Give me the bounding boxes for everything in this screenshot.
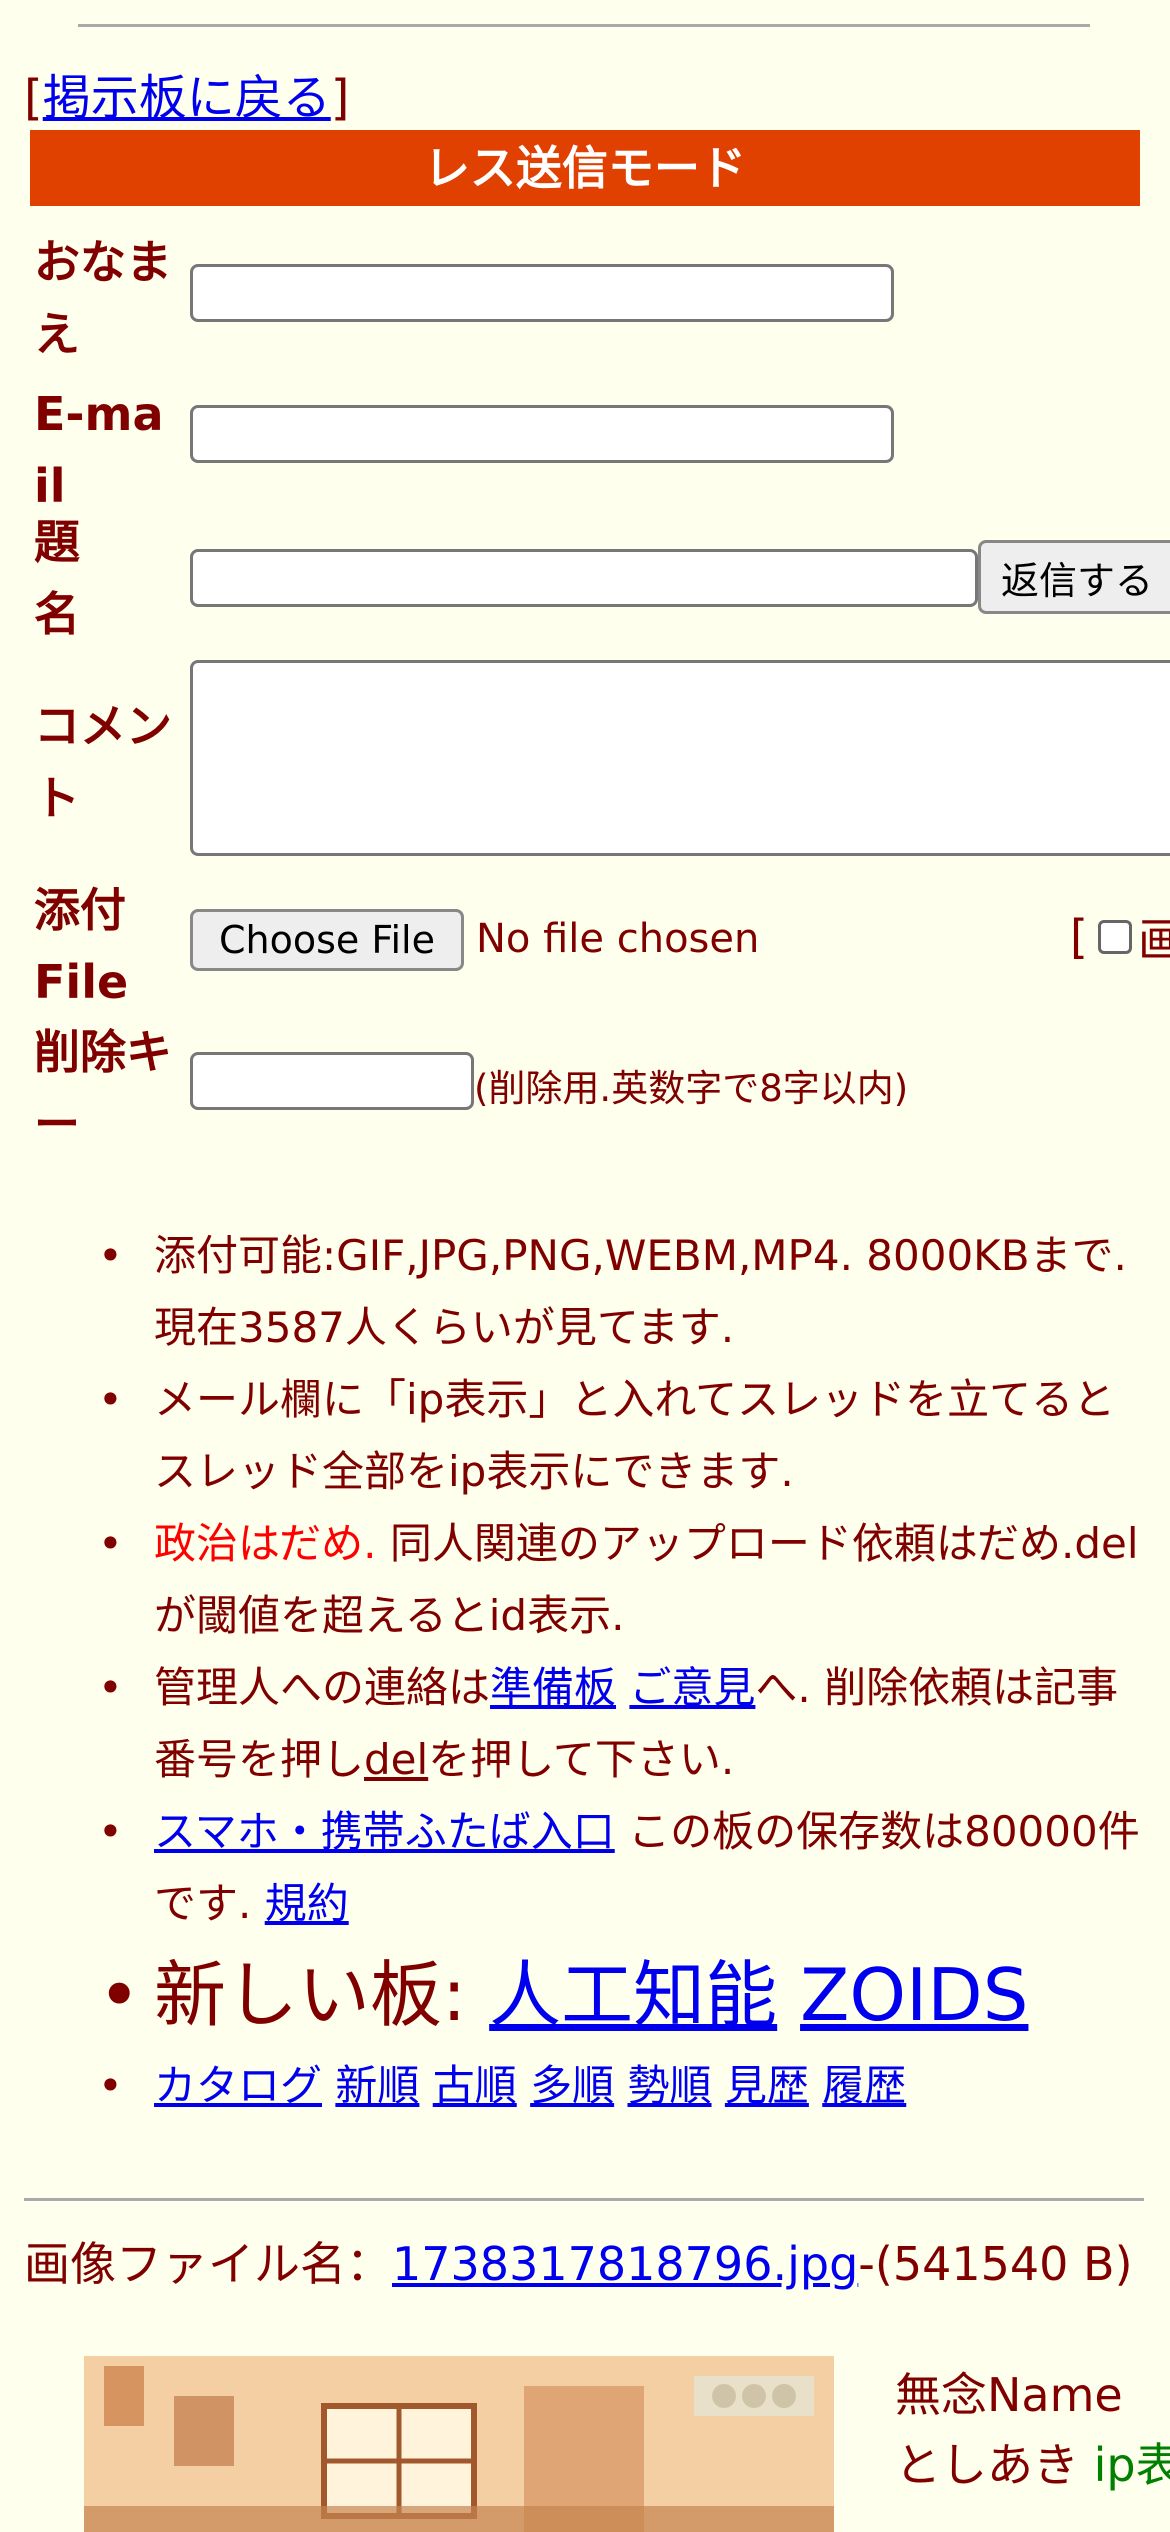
- choose-file-button[interactable]: Choose File: [190, 909, 464, 971]
- delete-key-input[interactable]: [190, 1052, 474, 1110]
- mobile-entrance-link[interactable]: スマホ・携帯ふたば入口: [154, 1807, 615, 1856]
- note-rules: 政治はだめ. 同人関連のアップロード依頼はだめ.delが閾値を超えるとid表示.: [90, 1508, 1150, 1652]
- image-option: [ 画: [1070, 904, 1170, 970]
- thumbnail-illustration: [84, 2356, 834, 2532]
- post-divider: [24, 2198, 1144, 2201]
- sort-old-link[interactable]: 古順: [433, 2061, 517, 2110]
- sort-new-link[interactable]: 新順: [335, 2061, 419, 2110]
- notes-list: 添付可能:GIF,JPG,PNG,WEBM,MP4. 8000KBまで. 現在3…: [90, 1220, 1150, 2122]
- image-file-link[interactable]: 1738317818796.jpg: [392, 2237, 858, 2291]
- image-option-checkbox[interactable]: [1097, 920, 1132, 954]
- submit-reply-button[interactable]: 返信する: [978, 540, 1170, 614]
- opinion-link[interactable]: ご意見: [629, 1663, 755, 1712]
- email-input[interactable]: [190, 405, 894, 463]
- note-mobile: スマホ・携帯ふたば入口 この板の保存数は80000件です. 規約: [90, 1796, 1150, 1940]
- note-contact-text: 管理人への連絡は: [154, 1663, 491, 1712]
- top-divider: [78, 24, 1090, 27]
- email-label: E-mail: [34, 387, 164, 513]
- post-header: 無念Name としあき ip表示: [895, 2360, 1170, 2500]
- note-politics: 政治はだめ.: [154, 1519, 377, 1568]
- ip-label: ip表示: [1093, 2438, 1170, 2492]
- note-sort-links: カタログ 新順 古順 多順 勢順 見歴 履歴: [90, 2050, 1150, 2122]
- viewed-history-link[interactable]: 見歴: [725, 2061, 809, 2110]
- note-new-boards: 新しい板: 人工知能 ZOIDS: [90, 1940, 1150, 2050]
- subject-label: 題名: [34, 515, 80, 641]
- file-size: -(541540 B): [858, 2237, 1133, 2291]
- ai-board-link[interactable]: 人工知能: [489, 1953, 777, 2037]
- comment-label: コメント: [34, 699, 172, 825]
- delete-key-label: 削除キー: [34, 1025, 172, 1151]
- image-option-label: 画: [1137, 913, 1170, 967]
- image-option-bracket: [: [1070, 910, 1088, 964]
- back-to-board-link[interactable]: 掲示板に戻る: [43, 70, 331, 126]
- post-name: 無念Name: [895, 2368, 1123, 2422]
- post-thumbnail-image[interactable]: [84, 2356, 834, 2532]
- name-label: おなまえ: [34, 235, 172, 361]
- comment-textarea[interactable]: [190, 660, 1170, 856]
- prep-board-link[interactable]: 準備板: [490, 1663, 616, 1712]
- del-word: del: [364, 1735, 429, 1784]
- note-attach: 添付可能:GIF,JPG,PNG,WEBM,MP4. 8000KBまで. 現在3…: [90, 1220, 1150, 1364]
- note-contact-end: を押して下さい.: [428, 1735, 735, 1784]
- new-boards-label: 新しい板:: [154, 1953, 490, 2037]
- poster-name: としあき: [895, 2438, 1079, 2492]
- zoids-board-link[interactable]: ZOIDS: [800, 1953, 1028, 2037]
- catalog-link[interactable]: カタログ: [154, 2061, 322, 2110]
- image-file-info: 画像ファイル名：1738317818796.jpg-(541540 B): [24, 2234, 1154, 2294]
- rules-link[interactable]: 規約: [265, 1879, 349, 1928]
- sort-many-link[interactable]: 多順: [530, 2061, 614, 2110]
- attach-label: 添付File: [34, 883, 129, 1009]
- name-input[interactable]: [190, 264, 894, 322]
- bracket-open: [: [24, 70, 43, 126]
- reply-mode-header: レス送信モード: [30, 130, 1140, 206]
- bracket-close: ]: [330, 70, 350, 126]
- sort-momentum-link[interactable]: 勢順: [628, 2061, 712, 2110]
- note-ip: メール欄に「ip表示」と入れてスレッドを立てるとスレッド全部をip表示にできます…: [90, 1364, 1150, 1508]
- no-file-text: No file chosen: [476, 916, 760, 962]
- delete-key-hint: (削除用.英数字で8字以内): [474, 1067, 909, 1110]
- back-nav: [掲示板に戻る]: [24, 58, 349, 128]
- file-label: 画像ファイル名：: [24, 2237, 392, 2291]
- subject-input[interactable]: [190, 549, 978, 607]
- history-link[interactable]: 履歴: [822, 2061, 906, 2110]
- note-contact: 管理人への連絡は準備板 ご意見へ. 削除依頼は記事番号を押しdelを押して下さい…: [90, 1652, 1150, 1796]
